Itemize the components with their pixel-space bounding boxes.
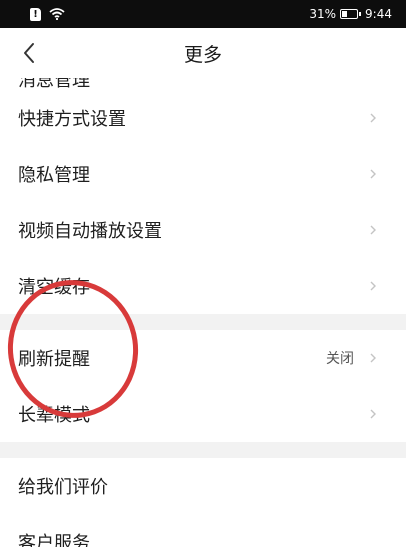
list-item-label: 清空缓存: [18, 277, 90, 298]
list-item-label: 消息管理: [18, 78, 90, 90]
list-item-shortcut-settings[interactable]: 快捷方式设置: [0, 90, 406, 146]
list-item-elder-mode[interactable]: 长辈模式: [0, 386, 406, 442]
list-item-customer-service[interactable]: 客户服务: [0, 514, 406, 547]
settings-group-3: 给我们评价 客户服务: [0, 458, 406, 547]
section-divider: [0, 442, 406, 458]
list-item-partial[interactable]: 消息管理: [0, 78, 406, 90]
settings-group-2: 刷新提醒 关闭 长辈模式: [0, 330, 406, 442]
chevron-right-icon: [370, 353, 376, 363]
chevron-right-icon: [370, 225, 376, 235]
battery-icon: [340, 9, 362, 19]
battery-fill: [342, 11, 348, 17]
clock: 9:44: [365, 7, 392, 21]
list-item-rate-us[interactable]: 给我们评价: [0, 458, 406, 514]
row-right: 关闭: [326, 348, 376, 368]
list-item-label: 刷新提醒: [18, 349, 90, 370]
chevron-right-icon: [370, 409, 376, 419]
chevron-right-icon: [370, 281, 376, 291]
sim-alert-icon: !: [30, 7, 41, 21]
list-item-label: 长辈模式: [18, 405, 90, 426]
chevron-right-icon: [370, 113, 376, 123]
refresh-reminder-value: 关闭: [326, 351, 354, 367]
list-item-label: 隐私管理: [18, 165, 90, 186]
nav-bar: 更多: [0, 28, 406, 78]
status-right: 31% 9:44: [309, 7, 392, 21]
list-item-label: 给我们评价: [18, 477, 108, 498]
section-divider: [0, 314, 406, 330]
page-title: 更多: [183, 43, 222, 66]
battery-percent: 31%: [309, 7, 337, 21]
list-item-label: 视频自动播放设置: [18, 221, 162, 242]
settings-group-1: 消息管理 快捷方式设置 隐私管理 视频自动播放设置 清空缓存: [0, 78, 406, 314]
status-left: !: [30, 7, 65, 21]
list-item-label: 客户服务: [18, 533, 90, 547]
chevron-left-icon: [24, 43, 34, 63]
wifi-icon: [49, 8, 65, 20]
back-button[interactable]: [12, 35, 46, 71]
status-bar: ! 31% 9:44: [0, 0, 406, 28]
list-item-privacy-management[interactable]: 隐私管理: [0, 146, 406, 202]
list-item-clear-cache[interactable]: 清空缓存: [0, 258, 406, 314]
list-item-refresh-reminder[interactable]: 刷新提醒 关闭: [0, 330, 406, 386]
chevron-right-icon: [370, 169, 376, 179]
list-item-label: 快捷方式设置: [18, 109, 126, 130]
list-item-video-autoplay[interactable]: 视频自动播放设置: [0, 202, 406, 258]
settings-list: 消息管理 快捷方式设置 隐私管理 视频自动播放设置 清空缓存 刷新提醒 关闭 长…: [0, 78, 406, 547]
